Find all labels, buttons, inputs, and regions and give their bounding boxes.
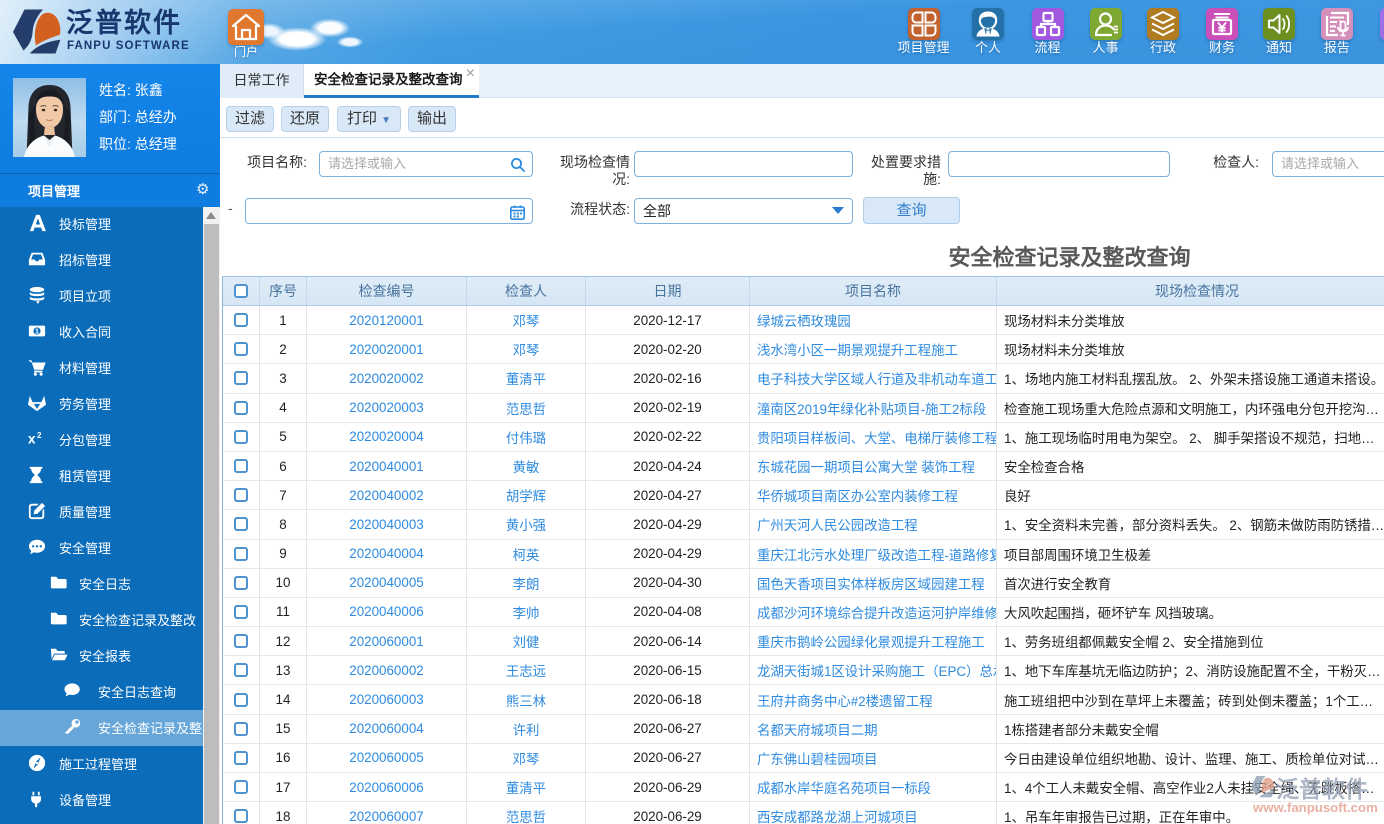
svg-text:www.fanpusoft.com: www.fanpusoft.com — [1252, 800, 1378, 815]
svg-text:x: x — [28, 432, 36, 447]
svg-text:2: 2 — [37, 431, 42, 440]
svg-text:泛普软件: 泛普软件 — [1276, 776, 1368, 802]
svg-text:1: 1 — [35, 327, 39, 336]
